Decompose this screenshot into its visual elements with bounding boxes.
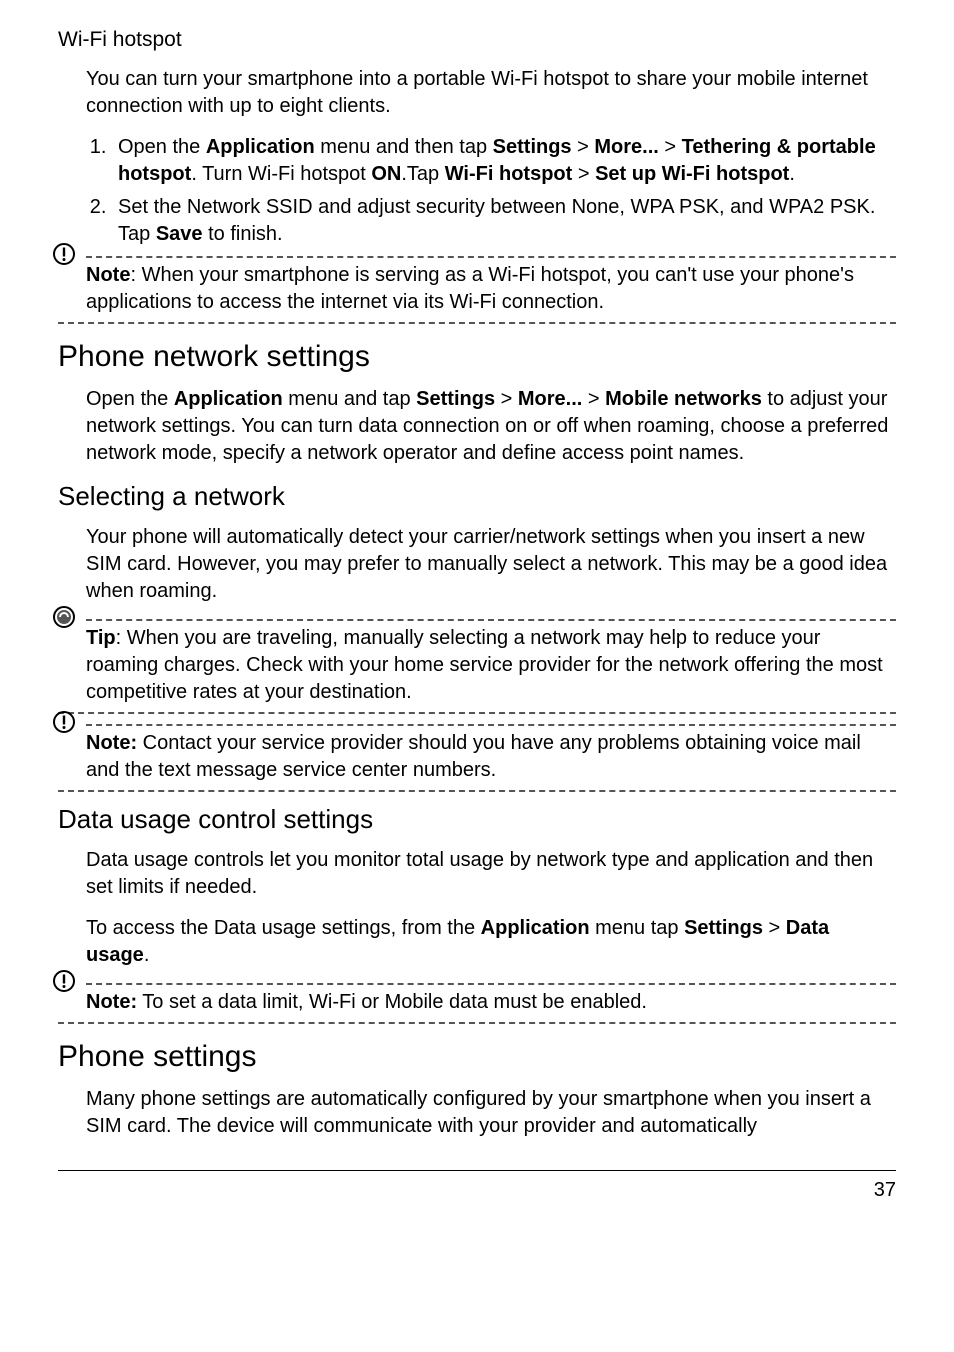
wifi-step-2: Set the Network SSID and adjust security… <box>112 194 896 248</box>
tip-icon <box>52 605 76 629</box>
text-fragment: menu and tap <box>283 388 416 410</box>
bold-wifi-hotspot: Wi-Fi hotspot <box>445 163 573 185</box>
text-fragment: > <box>763 917 786 939</box>
note-wifi-hotspot: Note: When your smartphone is serving as… <box>58 256 896 324</box>
text-fragment: to finish. <box>203 223 283 245</box>
dashed-rule <box>86 256 896 258</box>
tip-label: Tip <box>86 627 116 649</box>
dashed-rule <box>58 322 896 324</box>
note-body: Contact your service provider should you… <box>86 732 861 781</box>
text-fragment: menu and then tap <box>315 136 493 158</box>
note-body: : When your smartphone is serving as a W… <box>86 264 854 313</box>
wifi-steps-list: Open the Application menu and then tap S… <box>106 134 896 248</box>
bold-settings: Settings <box>684 917 763 939</box>
selecting-network-body: Your phone will automatically detect you… <box>86 524 896 605</box>
data-usage-paragraph-2: To access the Data usage settings, from … <box>86 915 896 969</box>
dashed-rule <box>58 790 896 792</box>
text-fragment: . <box>144 944 150 966</box>
caution-icon <box>52 710 76 734</box>
data-usage-body: Data usage controls let you monitor tota… <box>86 847 896 969</box>
dashed-rule <box>58 1022 896 1024</box>
note-body: To set a data limit, Wi-Fi or Mobile dat… <box>137 991 647 1013</box>
document-page: Wi-Fi hotspot You can turn your smartpho… <box>0 0 954 1222</box>
text-fragment: > <box>659 136 682 158</box>
text-fragment: Open the <box>86 388 174 410</box>
heading-phone-settings: Phone settings <box>58 1040 896 1074</box>
note-label: Note <box>86 264 130 286</box>
text-fragment: > <box>572 136 595 158</box>
selecting-network-paragraph: Your phone will automatically detect you… <box>86 524 896 605</box>
dashed-rule <box>86 983 896 985</box>
bold-application: Application <box>206 136 315 158</box>
wifi-intro-paragraph: You can turn your smartphone into a port… <box>86 66 896 120</box>
text-fragment: To access the Data usage settings, from … <box>86 917 481 939</box>
note-text: Note: To set a data limit, Wi-Fi or Mobi… <box>86 989 896 1016</box>
heading-wifi-hotspot: Wi-Fi hotspot <box>58 28 896 52</box>
text-fragment: Open the <box>118 136 206 158</box>
text-fragment: > <box>582 388 605 410</box>
note-label: Note: <box>86 732 137 754</box>
text-fragment: > <box>572 163 595 185</box>
note-label: Note: <box>86 991 137 1013</box>
note-text: Note: Contact your service provider shou… <box>86 730 896 784</box>
wifi-step-1: Open the Application menu and then tap S… <box>112 134 896 188</box>
caution-icon <box>52 969 76 993</box>
heading-data-usage: Data usage control settings <box>58 804 896 835</box>
text-fragment: . <box>789 163 795 185</box>
dashed-rule <box>58 712 896 714</box>
dashed-rule <box>86 619 896 621</box>
bold-more: More... <box>594 136 658 158</box>
bold-save: Save <box>156 223 203 245</box>
data-usage-paragraph-1: Data usage controls let you monitor tota… <box>86 847 896 901</box>
page-number: 37 <box>58 1171 896 1222</box>
bold-more: More... <box>518 388 582 410</box>
caution-icon <box>52 242 76 266</box>
wifi-hotspot-body: You can turn your smartphone into a port… <box>86 66 896 248</box>
bold-settings: Settings <box>493 136 572 158</box>
phone-settings-paragraph: Many phone settings are automatically co… <box>86 1086 896 1140</box>
text-fragment: > <box>495 388 518 410</box>
phone-network-body: Open the Application menu and tap Settin… <box>86 386 896 467</box>
note-data-limit: Note: To set a data limit, Wi-Fi or Mobi… <box>58 983 896 1024</box>
text-fragment: .Tap <box>401 163 444 185</box>
heading-phone-network-settings: Phone network settings <box>58 340 896 374</box>
bold-on: ON <box>371 163 401 185</box>
tip-body: : When you are traveling, manually selec… <box>86 627 883 703</box>
dashed-rule <box>86 724 896 726</box>
bold-mobile-networks: Mobile networks <box>605 388 762 410</box>
phone-settings-body: Many phone settings are automatically co… <box>86 1086 896 1140</box>
bold-setup-wifi: Set up Wi-Fi hotspot <box>595 163 789 185</box>
note-service-provider: Note: Contact your service provider shou… <box>58 724 896 792</box>
heading-selecting-network: Selecting a network <box>58 481 896 512</box>
phone-network-paragraph: Open the Application menu and tap Settin… <box>86 386 896 467</box>
tip-traveling: Tip: When you are traveling, manually se… <box>58 619 896 714</box>
bold-application: Application <box>174 388 283 410</box>
bold-application: Application <box>481 917 590 939</box>
bold-settings: Settings <box>416 388 495 410</box>
tip-text: Tip: When you are traveling, manually se… <box>86 625 896 706</box>
text-fragment: menu tap <box>590 917 685 939</box>
text-fragment: . Turn Wi-Fi hotspot <box>191 163 371 185</box>
note-text: Note: When your smartphone is serving as… <box>86 262 896 316</box>
